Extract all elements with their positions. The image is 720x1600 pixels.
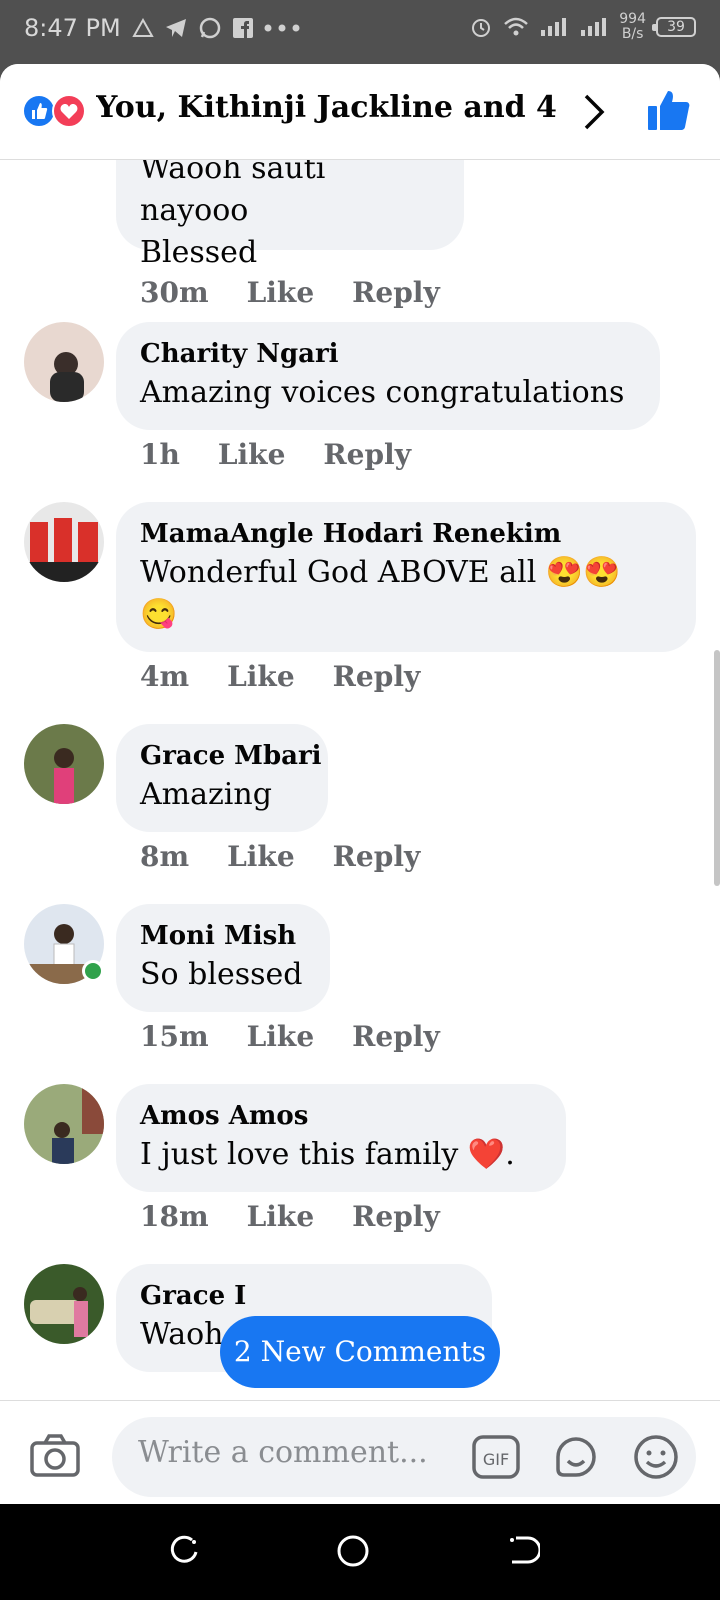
comment-time: 15m [140,1020,209,1053]
system-navigation-bar [0,1504,720,1600]
comment-actions: 18m Like Reply [140,1200,478,1233]
like-reaction-icon [22,94,56,128]
like-link[interactable]: Like [218,438,286,471]
online-status-indicator [82,960,104,982]
net-speed-value: 994 [619,11,646,27]
net-speed-unit: B/s [621,26,644,42]
comment-time: 4m [140,660,190,693]
comment-actions: 8m Like Reply [140,840,458,873]
comment-time: 1h [140,438,180,471]
avatar[interactable] [24,1084,104,1164]
status-time: 8:47 PM [24,14,121,42]
avatar[interactable] [24,1264,104,1344]
like-link[interactable]: Like [247,1200,315,1233]
comment-time: 18m [140,1200,209,1233]
comment-author[interactable]: Grace I [140,1278,468,1314]
like-link[interactable]: Like [247,276,315,309]
comment-bubble[interactable]: Amos Amos I just love this family ❤️. [116,1084,566,1192]
comment-composer: Write a comment... GIF [0,1400,720,1504]
whatsapp-icon [199,17,221,39]
reply-link[interactable]: Reply [333,660,421,693]
comment-author[interactable]: Moni Mish [140,918,306,954]
reply-link[interactable]: Reply [323,438,411,471]
comment-bubble[interactable]: Grace Mbari Amazing [116,724,328,832]
like-link[interactable]: Like [227,840,295,873]
back-icon[interactable] [508,1534,540,1566]
notification-icons [132,16,300,40]
comment-text: Amazing voices congratulations [140,375,625,410]
scrollbar[interactable] [714,650,720,886]
more-notifications-icon [264,24,300,32]
reply-link[interactable]: Reply [352,276,440,309]
comment-time: 30m [140,276,209,309]
gif-icon[interactable]: GIF [472,1433,520,1481]
signal-icon [541,18,567,36]
comment-text: Wonderful God ABOVE all 😍😍 [140,555,621,590]
signal-icon-2 [581,18,607,36]
status-bar: 8:47 PM 994 B/s 39 [0,0,720,64]
comment-actions: 30m Like Reply [140,276,478,309]
comment-text: Amazing [140,777,272,812]
comment-text: I just love this family ❤️. [140,1137,515,1172]
comment-author[interactable]: Amos Amos [140,1098,542,1134]
comment-bubble[interactable]: Moni Mish So blessed [116,904,330,1012]
avatar[interactable] [24,724,104,804]
sticker-icon[interactable] [552,1433,600,1481]
reply-link[interactable]: Reply [352,1200,440,1233]
reactions-summary[interactable]: You, Kithinji Jackline and 4.3... [96,90,556,125]
reactions-header[interactable]: You, Kithinji Jackline and 4.3... [0,64,720,160]
comment-actions: 15m Like Reply [140,1020,478,1053]
avatar[interactable] [24,322,104,402]
camera-icon[interactable] [30,1433,80,1477]
like-link[interactable]: Like [247,1020,315,1053]
comment-input-placeholder[interactable]: Write a comment... [138,1435,428,1470]
battery-indicator: 39 [652,17,696,37]
warning-icon [132,18,154,37]
alarm-icon [472,19,491,37]
comment-author[interactable]: Grace Mbari [140,738,322,774]
comment-bubble[interactable]: MamaAngle Hodari Renekim Wonderful God A… [116,502,696,652]
comment-author[interactable]: MamaAngle Hodari Renekim [140,516,672,552]
like-link[interactable]: Like [227,660,295,693]
comment-bubble[interactable]: Charity Ngari Amazing voices congratulat… [116,322,660,430]
emoji-icon[interactable] [632,1433,680,1481]
comment-text: Waooh sauti nayooo [140,160,326,228]
reaction-icons [22,94,88,128]
comment-text-line2: Blessed [140,235,258,270]
system-icons: 994 B/s 39 [469,12,696,42]
gif-label: GIF [483,1450,509,1469]
comment-text: So blessed [140,957,303,992]
comment-bubble[interactable]: Waooh sauti nayooo Blessed [116,160,464,270]
comment-list[interactable]: Waooh sauti nayooo Blessed 30m Like Repl… [0,160,720,1400]
comment-author[interactable]: Charity Ngari [140,336,636,372]
new-comments-button[interactable]: 2 New Comments [220,1316,500,1388]
reply-link[interactable]: Reply [333,840,421,873]
comment-input[interactable]: Write a comment... GIF [112,1417,696,1497]
comment-actions: 4m Like Reply [140,660,458,693]
reply-link[interactable]: Reply [352,1020,440,1053]
chevron-right-icon[interactable] [580,92,608,132]
facebook-icon [233,18,253,38]
avatar[interactable] [24,502,104,582]
home-icon[interactable] [336,1534,370,1568]
comments-sheet: You, Kithinji Jackline and 4.3... Waooh … [0,64,720,1504]
telegram-icon [166,19,186,37]
comment-time: 8m [140,840,190,873]
recents-icon[interactable] [168,1534,200,1566]
like-button-icon[interactable] [646,88,692,134]
love-reaction-icon [52,94,86,128]
wifi-icon [504,17,529,36]
comment-actions: 1h Like Reply [140,438,449,471]
comment-text-line2: 😋 [140,597,178,632]
net-speed: 994 B/s [619,12,646,42]
